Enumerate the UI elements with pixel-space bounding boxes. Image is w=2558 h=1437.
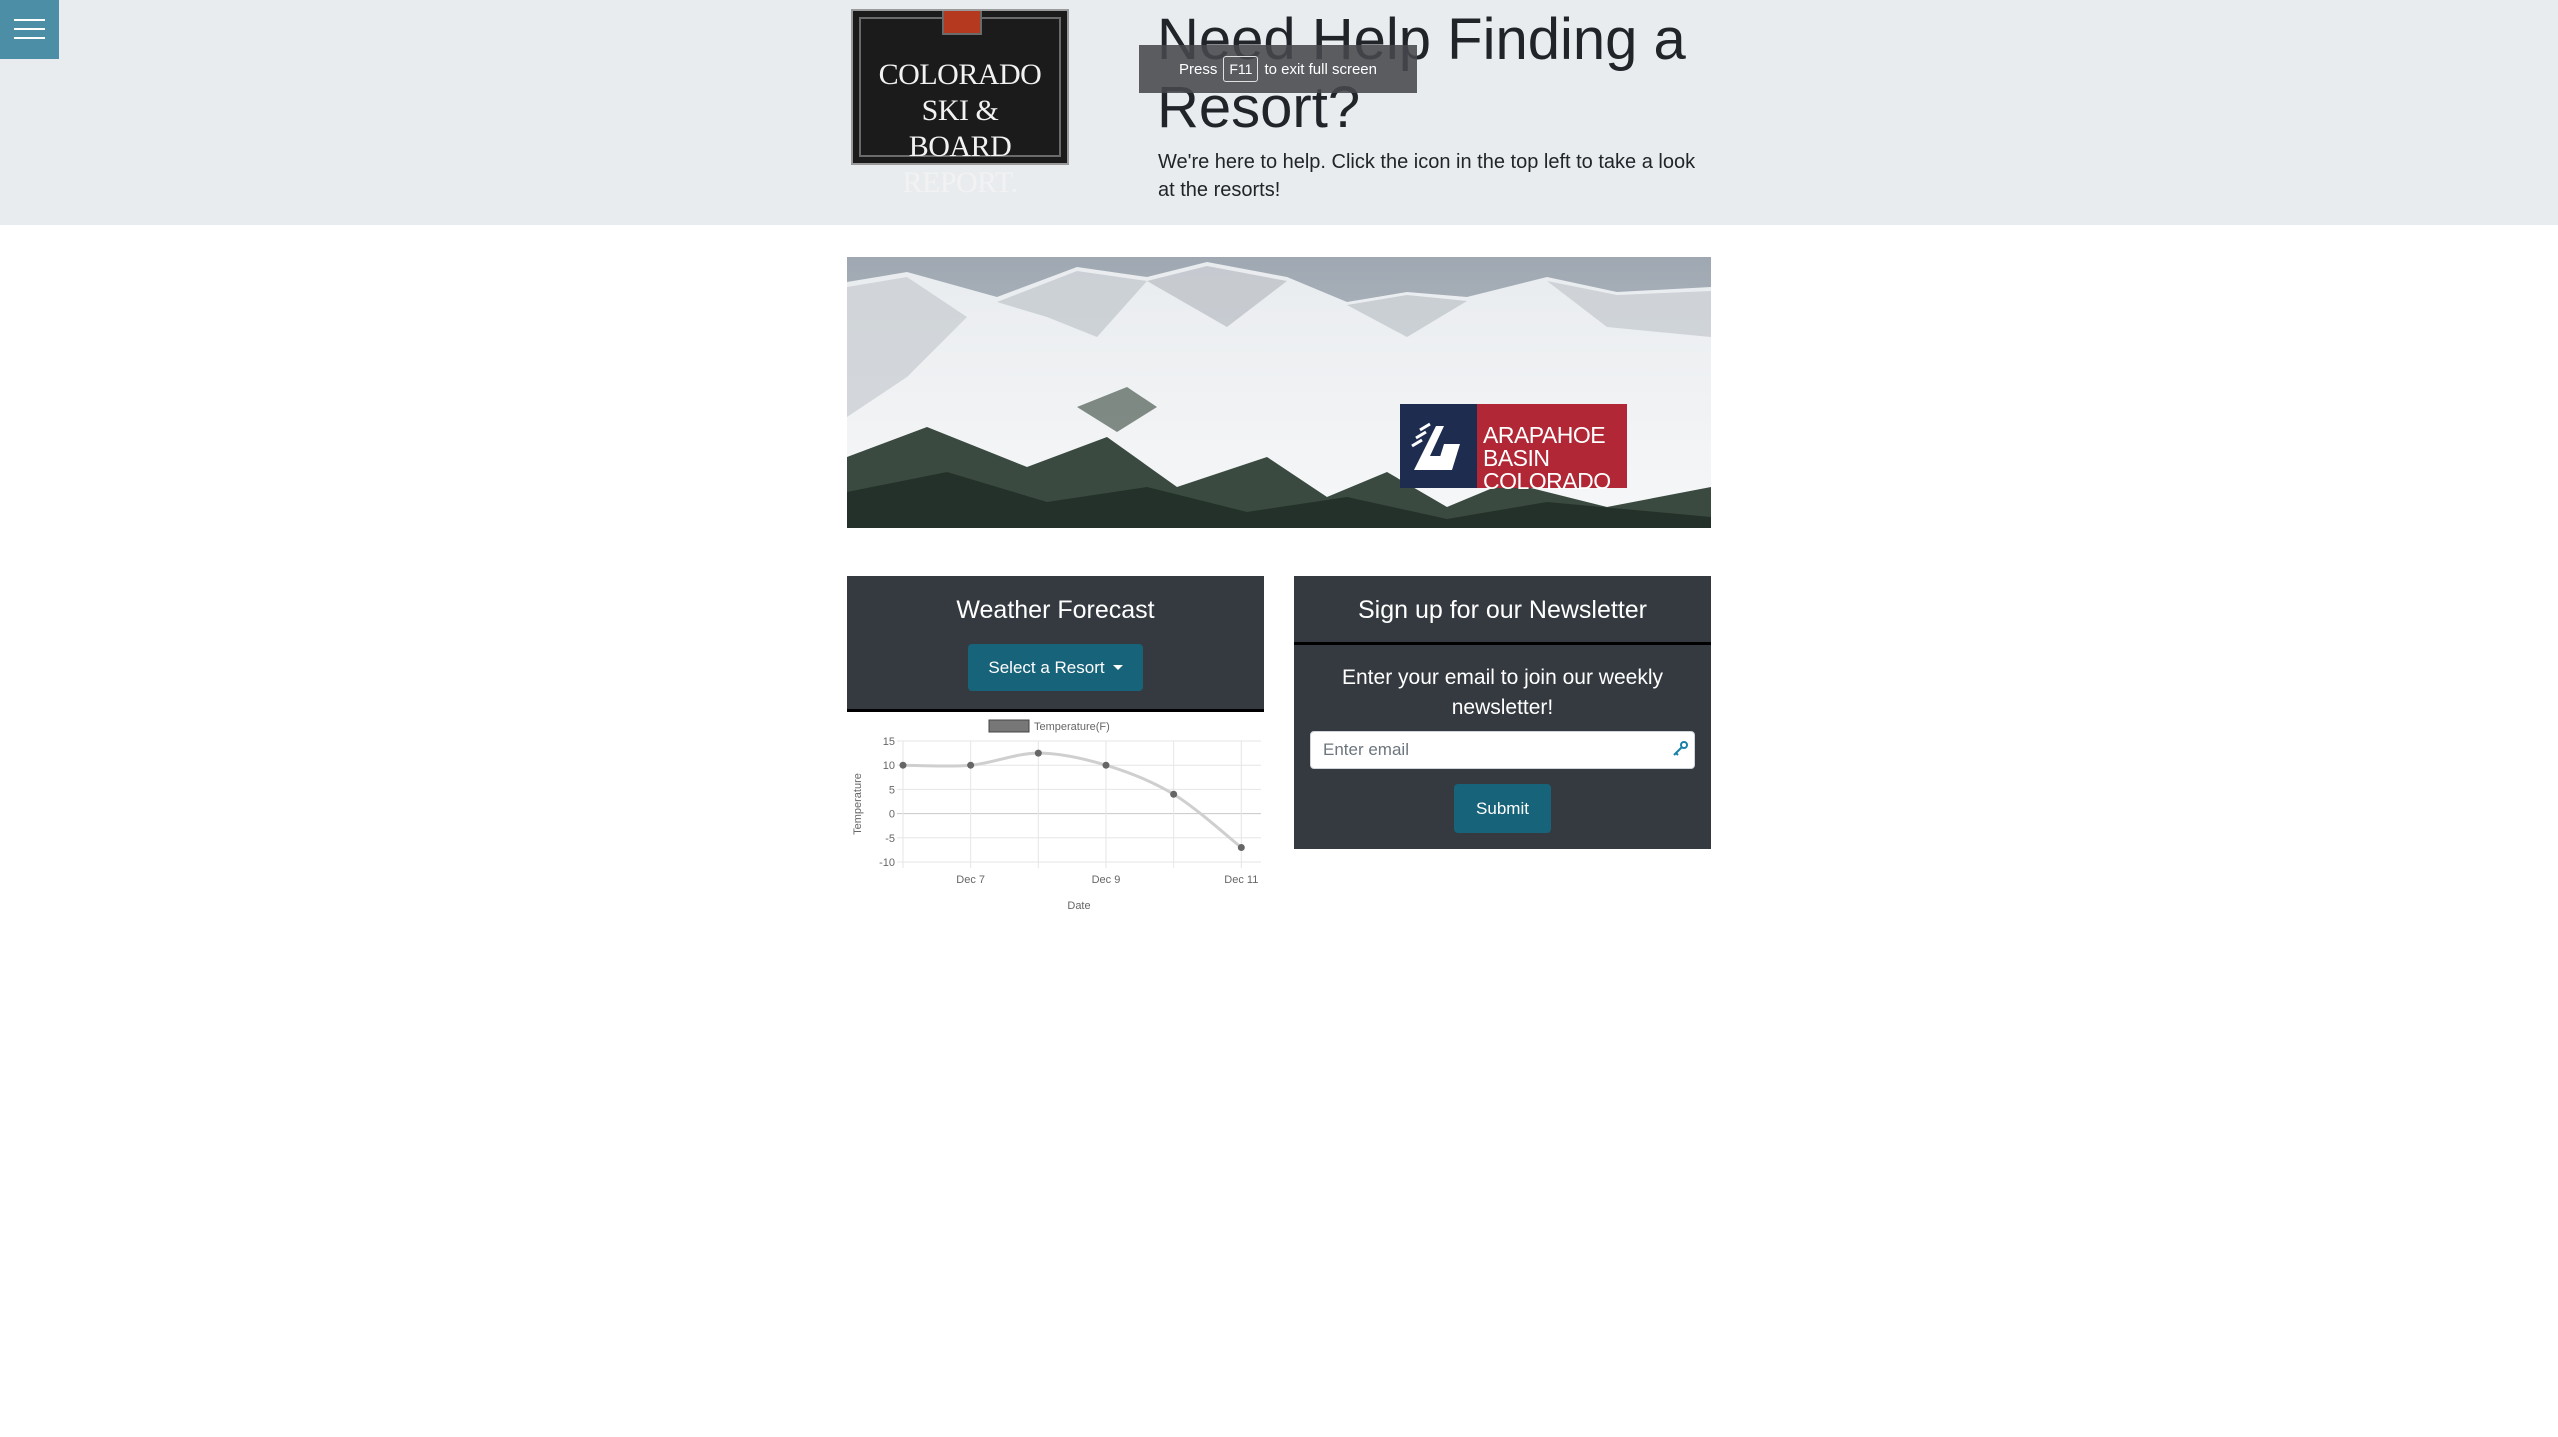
y-tick-label: 0 (889, 809, 895, 821)
submit-button[interactable]: Submit (1454, 784, 1551, 833)
resort-state: COLORADO (1483, 468, 1611, 494)
temperature-data-point (1170, 790, 1178, 798)
x-axis-title: Date (1067, 900, 1090, 912)
select-resort-dropdown[interactable]: Select a Resort (968, 644, 1143, 691)
newsletter-title: Sign up for our Newsletter (1357, 596, 1648, 624)
f11-key: F11 (1223, 56, 1259, 82)
logo-line-1: COLORADO SKI & (878, 58, 1042, 127)
logo-line-2: BOARD REPORT. (902, 130, 1019, 199)
y-tick-label: 15 (883, 736, 895, 748)
page-subtitle: We're here to help. Click the icon in th… (1158, 151, 1696, 201)
x-tick-label: Dec 11 (1224, 874, 1258, 886)
arapahoe-basin-mark-icon (1400, 404, 1477, 488)
temperature-data-point (899, 761, 907, 769)
hamburger-menu-button[interactable] (0, 0, 59, 59)
resort-banner-image: ARAPAHOE BASIN COLORADO (847, 257, 1711, 528)
newsletter-description: Enter your email to join our weekly news… (1342, 666, 1663, 719)
select-resort-label: Select a Resort (988, 657, 1105, 677)
temperature-series-line (902, 751, 1243, 849)
temperature-data-point (967, 761, 975, 769)
y-axis-title: Temperature (852, 773, 864, 835)
temperature-data-point (1237, 843, 1245, 851)
y-tick-label: -5 (885, 833, 895, 845)
newsletter-panel: Sign up for our Newsletter Enter your em… (1294, 576, 1711, 849)
legend-swatch (988, 719, 1030, 733)
x-tick-label: Dec 9 (1092, 874, 1121, 886)
fullscreen-toast: Press F11 to exit full screen (1139, 45, 1417, 93)
site-logo[interactable]: COLORADO SKI & BOARD REPORT. (851, 9, 1069, 199)
x-tick-label: Dec 7 (956, 874, 985, 886)
hero-jumbotron: COLORADO SKI & BOARD REPORT. Need Help F… (0, 0, 2558, 225)
weather-forecast-title: Weather Forecast (956, 596, 1155, 624)
newsletter-divider (1294, 642, 1711, 645)
resort-name: ARAPAHOE BASIN (1483, 422, 1606, 471)
password-manager-key-icon[interactable] (1670, 739, 1690, 759)
caret-down-icon (1112, 665, 1123, 670)
temperature-data-point (1102, 761, 1110, 769)
hamburger-icon (14, 19, 45, 21)
temperature-data-point (1034, 749, 1042, 757)
temperature-chart: Temperature(F) 15 10 5 0 -5 -10 Dec 7 Dec 9 Dec 1… (847, 712, 1264, 920)
arapahoe-basin-logo: ARAPAHOE BASIN COLORADO (1400, 404, 1627, 493)
weather-forecast-panel: Weather Forecast Select a Resort (847, 576, 1264, 711)
legend-label: Temperature(F) (1034, 721, 1110, 733)
y-tick-label: -10 (879, 857, 895, 869)
y-tick-label: 10 (883, 760, 895, 772)
y-tick-label: 5 (889, 784, 895, 796)
email-input[interactable] (1310, 731, 1695, 769)
